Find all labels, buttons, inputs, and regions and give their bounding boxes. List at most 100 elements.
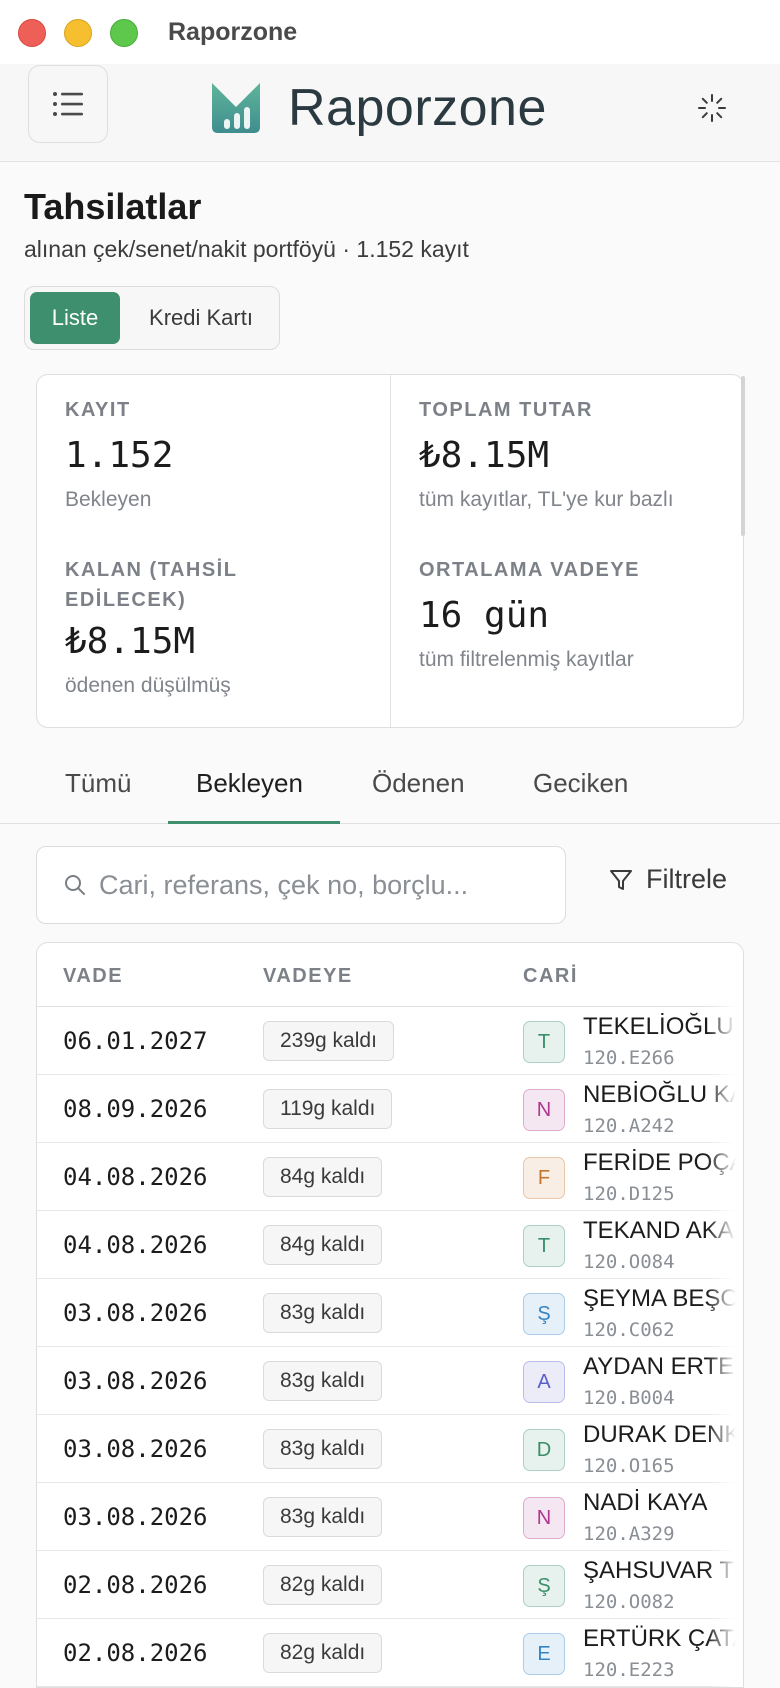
days-left-badge: 82g kaldı: [263, 1565, 383, 1605]
page-title: Tahsilatlar: [24, 186, 202, 227]
cari-avatar: Ş: [523, 1293, 565, 1335]
search-icon: [65, 875, 85, 895]
vade-date: 04.08.2026: [63, 1163, 208, 1191]
days-left-badge: 83g kaldı: [263, 1497, 383, 1537]
table-row[interactable]: 02.08.2026 82g kaldı Ş ŞAHSUVAR TO 120.O082: [37, 1551, 743, 1619]
stat-kalan: KALAN (TAHSİL EDİLECEK) ₺8.15M ödenen dü…: [65, 555, 305, 698]
days-left-badge: 83g kaldı: [263, 1361, 383, 1401]
stat-value: 16 gün: [419, 595, 550, 636]
cari-code: 120.D125: [583, 1183, 675, 1205]
vade-date: 03.08.2026: [63, 1503, 208, 1531]
status-tabs: Tümü Bekleyen Ödenen Geciken: [0, 740, 780, 824]
search-input[interactable]: [99, 847, 559, 923]
cari-code: 120.B004: [583, 1387, 675, 1409]
cari-code: 120.O165: [583, 1455, 675, 1477]
menu-icon: [53, 92, 83, 116]
tab-odenen[interactable]: Ödenen: [372, 768, 465, 799]
cari-avatar: T: [523, 1021, 565, 1063]
cari-avatar: D: [523, 1429, 565, 1471]
cari-code: 120.E266: [583, 1047, 675, 1069]
filter-label: Filtrele: [646, 864, 728, 894]
table-row[interactable]: 04.08.2026 84g kaldı F FERİDE POÇA 120.D125: [37, 1143, 743, 1211]
stat-label: ORTALAMA VADEYE: [419, 559, 641, 581]
days-left-badge: 84g kaldı: [263, 1157, 383, 1197]
stat-hint: ödenen düşülmüş: [65, 674, 231, 697]
cari-code: 120.E223: [583, 1659, 675, 1681]
stat-label: TOPLAM TUTAR: [419, 399, 593, 421]
collections-table: VADE VADEYE CARİ 06.01.2027 239g kaldı T T E…: [36, 942, 744, 1688]
cari-name[interactable]: NADİ KAYA: [583, 1489, 707, 1517]
close-window-button[interactable]: [18, 19, 46, 47]
days-left-badge: 83g kaldı: [263, 1429, 383, 1469]
cari-code: 120.O082: [583, 1591, 675, 1613]
sun-icon: [698, 94, 726, 122]
credit-card-view-button[interactable]: Kredi Kartı: [131, 292, 271, 344]
cari-code: 120.A329: [583, 1523, 675, 1545]
table-row[interactable]: 04.08.2026 84g kaldı T TEKAND AKA 120.O084: [37, 1211, 743, 1279]
table-row[interactable]: 06.01.2027 239g kaldı T TEKELİOĞLU İ 120.E26…: [37, 1007, 743, 1075]
vade-date: 03.08.2026: [63, 1367, 208, 1395]
tab-bekleyen[interactable]: Bekleyen: [196, 768, 303, 799]
tab-geciken[interactable]: Geciken: [533, 768, 628, 799]
stat-kayit: KAYIT 1.152 Bekleyen: [65, 395, 365, 512]
filter-icon: [610, 869, 632, 890]
stats-divider: [390, 375, 391, 727]
app-header: Raporzone: [0, 64, 780, 162]
table-row[interactable]: 02.08.2026 82g kaldı E ERTÜRK ÇATA 120.E223: [37, 1619, 743, 1687]
days-left-badge: 239g kaldı: [263, 1021, 394, 1061]
bar-chart-logo-icon: [212, 83, 260, 133]
vade-date: 06.01.2027: [63, 1027, 208, 1055]
table-row[interactable]: 03.08.2026 83g kaldı D DURAK DENK 120.O165: [37, 1415, 743, 1483]
stat-label: KALAN (TAHSİL EDİLECEK): [65, 559, 238, 611]
stats-card: KAYIT 1.152 Bekleyen TOPLAM TUTAR ₺8.15M…: [36, 374, 744, 728]
theme-toggle-button[interactable]: [692, 88, 732, 128]
vade-date: 03.08.2026: [63, 1435, 208, 1463]
stat-ortalama-vadeye: ORTALAMA VADEYE 16 gün tüm filtrelenmiş …: [419, 555, 729, 672]
table-row[interactable]: 08.09.2026 119g kaldı N NEBİOĞLU KA 120.A242: [37, 1075, 743, 1143]
tab-tumu[interactable]: Tümü: [65, 768, 131, 799]
stat-hint: Bekleyen: [65, 488, 152, 511]
cari-avatar: F: [523, 1157, 565, 1199]
days-left-badge: 82g kaldı: [263, 1633, 383, 1673]
days-left-badge: 83g kaldı: [263, 1293, 383, 1333]
cari-avatar: A: [523, 1361, 565, 1403]
stat-toplam-tutar: TOPLAM TUTAR ₺8.15M tüm kayıtlar, TL'ye …: [419, 395, 729, 512]
table-header: VADE VADEYE CARİ: [37, 943, 743, 1007]
table-row[interactable]: 03.08.2026 83g kaldı A AYDAN ERTEP 120.B004: [37, 1347, 743, 1415]
active-tab-indicator: [168, 821, 340, 824]
window-titlebar: Raporzone: [0, 0, 780, 64]
days-left-badge: 84g kaldı: [263, 1225, 383, 1265]
stat-value: ₺8.15M: [65, 621, 196, 662]
stats-scrollbar[interactable]: [741, 376, 745, 536]
menu-button[interactable]: [28, 65, 108, 143]
cari-avatar: Ş: [523, 1565, 565, 1607]
brand-logo[interactable]: Raporzone: [208, 78, 547, 138]
search-box: [36, 846, 566, 924]
vade-date: 02.08.2026: [63, 1639, 208, 1667]
column-header-vade[interactable]: VADE: [63, 965, 123, 988]
window-title: Raporzone: [168, 18, 298, 46]
vade-date: 02.08.2026: [63, 1571, 208, 1599]
cari-avatar: E: [523, 1633, 565, 1675]
zoom-window-button[interactable]: [110, 19, 138, 47]
table-row[interactable]: 03.08.2026 83g kaldı Ş ŞEYMA BEŞO 120.C062: [37, 1279, 743, 1347]
cari-code: 120.C062: [583, 1319, 675, 1341]
view-toggle: Liste Kredi Kartı: [24, 286, 280, 350]
column-header-cari[interactable]: CARİ: [523, 965, 578, 988]
vade-date: 04.08.2026: [63, 1231, 208, 1259]
cari-code: 120.O084: [583, 1251, 675, 1273]
table-row[interactable]: 03.08.2026 83g kaldı N NADİ KAYA 120.A329: [37, 1483, 743, 1551]
vade-date: 03.08.2026: [63, 1299, 208, 1327]
column-header-vadeye[interactable]: VADEYE: [263, 965, 353, 988]
filter-button[interactable]: Filtrele: [608, 864, 727, 895]
brand-name: Raporzone: [288, 79, 547, 137]
cari-avatar: N: [523, 1089, 565, 1131]
stat-hint: tüm kayıtlar, TL'ye kur bazlı: [419, 488, 674, 511]
cari-code: 120.A242: [583, 1115, 675, 1137]
vade-date: 08.09.2026: [63, 1095, 208, 1123]
stat-label: KAYIT: [65, 399, 131, 421]
minimize-window-button[interactable]: [64, 19, 92, 47]
list-view-button[interactable]: Liste: [30, 292, 120, 344]
stat-value: ₺8.15M: [419, 435, 550, 476]
stat-value: 1.152: [65, 435, 174, 476]
